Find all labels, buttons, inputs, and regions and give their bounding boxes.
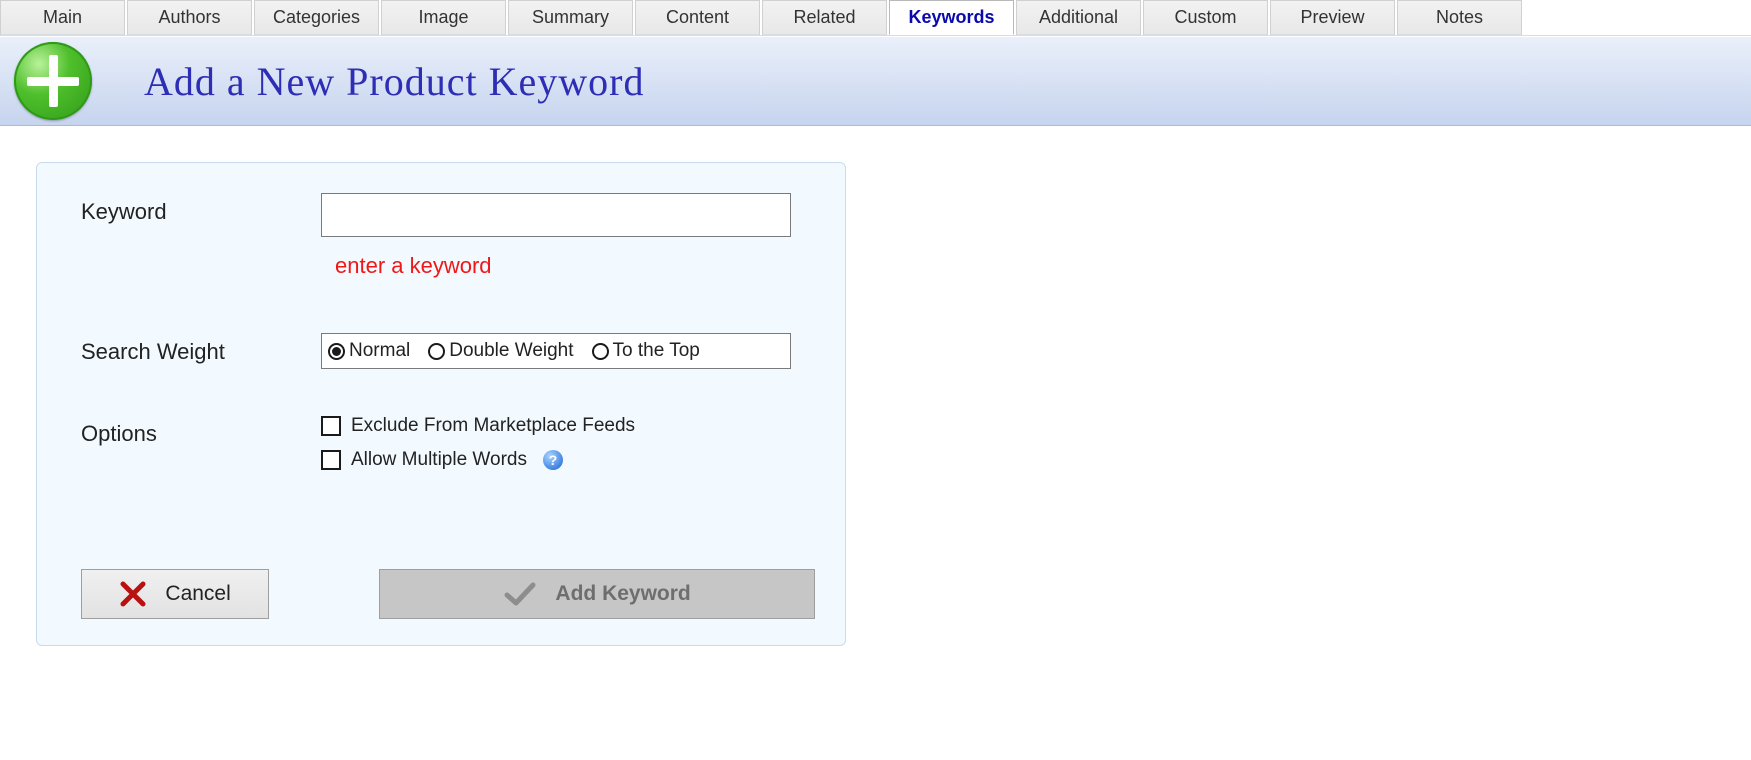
tab-notes[interactable]: Notes bbox=[1397, 0, 1522, 35]
tab-categories[interactable]: Categories bbox=[254, 0, 379, 35]
radio-icon bbox=[428, 343, 445, 360]
checkbox-exclude-label: Exclude From Marketplace Feeds bbox=[351, 415, 635, 437]
cancel-button[interactable]: Cancel bbox=[81, 569, 269, 619]
search-weight-group: Normal Double Weight To the Top bbox=[321, 333, 791, 369]
keyword-input[interactable] bbox=[321, 193, 791, 237]
radio-to-the-top[interactable]: To the Top bbox=[592, 340, 700, 362]
tab-custom[interactable]: Custom bbox=[1143, 0, 1268, 35]
keyword-validation-message: enter a keyword bbox=[335, 253, 815, 279]
checkbox-icon bbox=[321, 416, 341, 436]
options-label: Options bbox=[81, 415, 321, 447]
keyword-form-panel: Keyword enter a keyword Search Weight No… bbox=[36, 162, 846, 646]
tab-authors[interactable]: Authors bbox=[127, 0, 252, 35]
add-icon bbox=[14, 42, 92, 120]
tab-image[interactable]: Image bbox=[381, 0, 506, 35]
tab-content[interactable]: Content bbox=[635, 0, 760, 35]
radio-normal-label: Normal bbox=[349, 340, 410, 362]
radio-top-label: To the Top bbox=[613, 340, 700, 362]
tab-related[interactable]: Related bbox=[762, 0, 887, 35]
checkbox-multi-label: Allow Multiple Words bbox=[351, 449, 527, 471]
radio-icon bbox=[592, 343, 609, 360]
search-weight-label: Search Weight bbox=[81, 289, 321, 365]
page-header: Add a New Product Keyword bbox=[0, 36, 1751, 126]
radio-double-label: Double Weight bbox=[449, 340, 573, 362]
tab-additional[interactable]: Additional bbox=[1016, 0, 1141, 35]
checkbox-icon bbox=[321, 450, 341, 470]
radio-normal[interactable]: Normal bbox=[328, 340, 410, 362]
check-icon bbox=[503, 580, 537, 608]
add-keyword-button-label: Add Keyword bbox=[555, 582, 690, 606]
tab-preview[interactable]: Preview bbox=[1270, 0, 1395, 35]
tab-main[interactable]: Main bbox=[0, 0, 125, 35]
close-icon bbox=[119, 580, 147, 608]
tab-summary[interactable]: Summary bbox=[508, 0, 633, 35]
radio-double-weight[interactable]: Double Weight bbox=[428, 340, 573, 362]
add-keyword-button[interactable]: Add Keyword bbox=[379, 569, 815, 619]
checkbox-allow-multiple-words[interactable]: Allow Multiple Words ? bbox=[321, 449, 815, 471]
tab-keywords[interactable]: Keywords bbox=[889, 0, 1014, 35]
radio-icon bbox=[328, 343, 345, 360]
tab-bar: Main Authors Categories Image Summary Co… bbox=[0, 0, 1751, 36]
cancel-button-label: Cancel bbox=[165, 582, 230, 606]
page-title: Add a New Product Keyword bbox=[144, 58, 644, 105]
checkbox-exclude-marketplace[interactable]: Exclude From Marketplace Feeds bbox=[321, 415, 815, 437]
help-icon[interactable]: ? bbox=[543, 450, 563, 470]
keyword-label: Keyword bbox=[81, 193, 321, 225]
